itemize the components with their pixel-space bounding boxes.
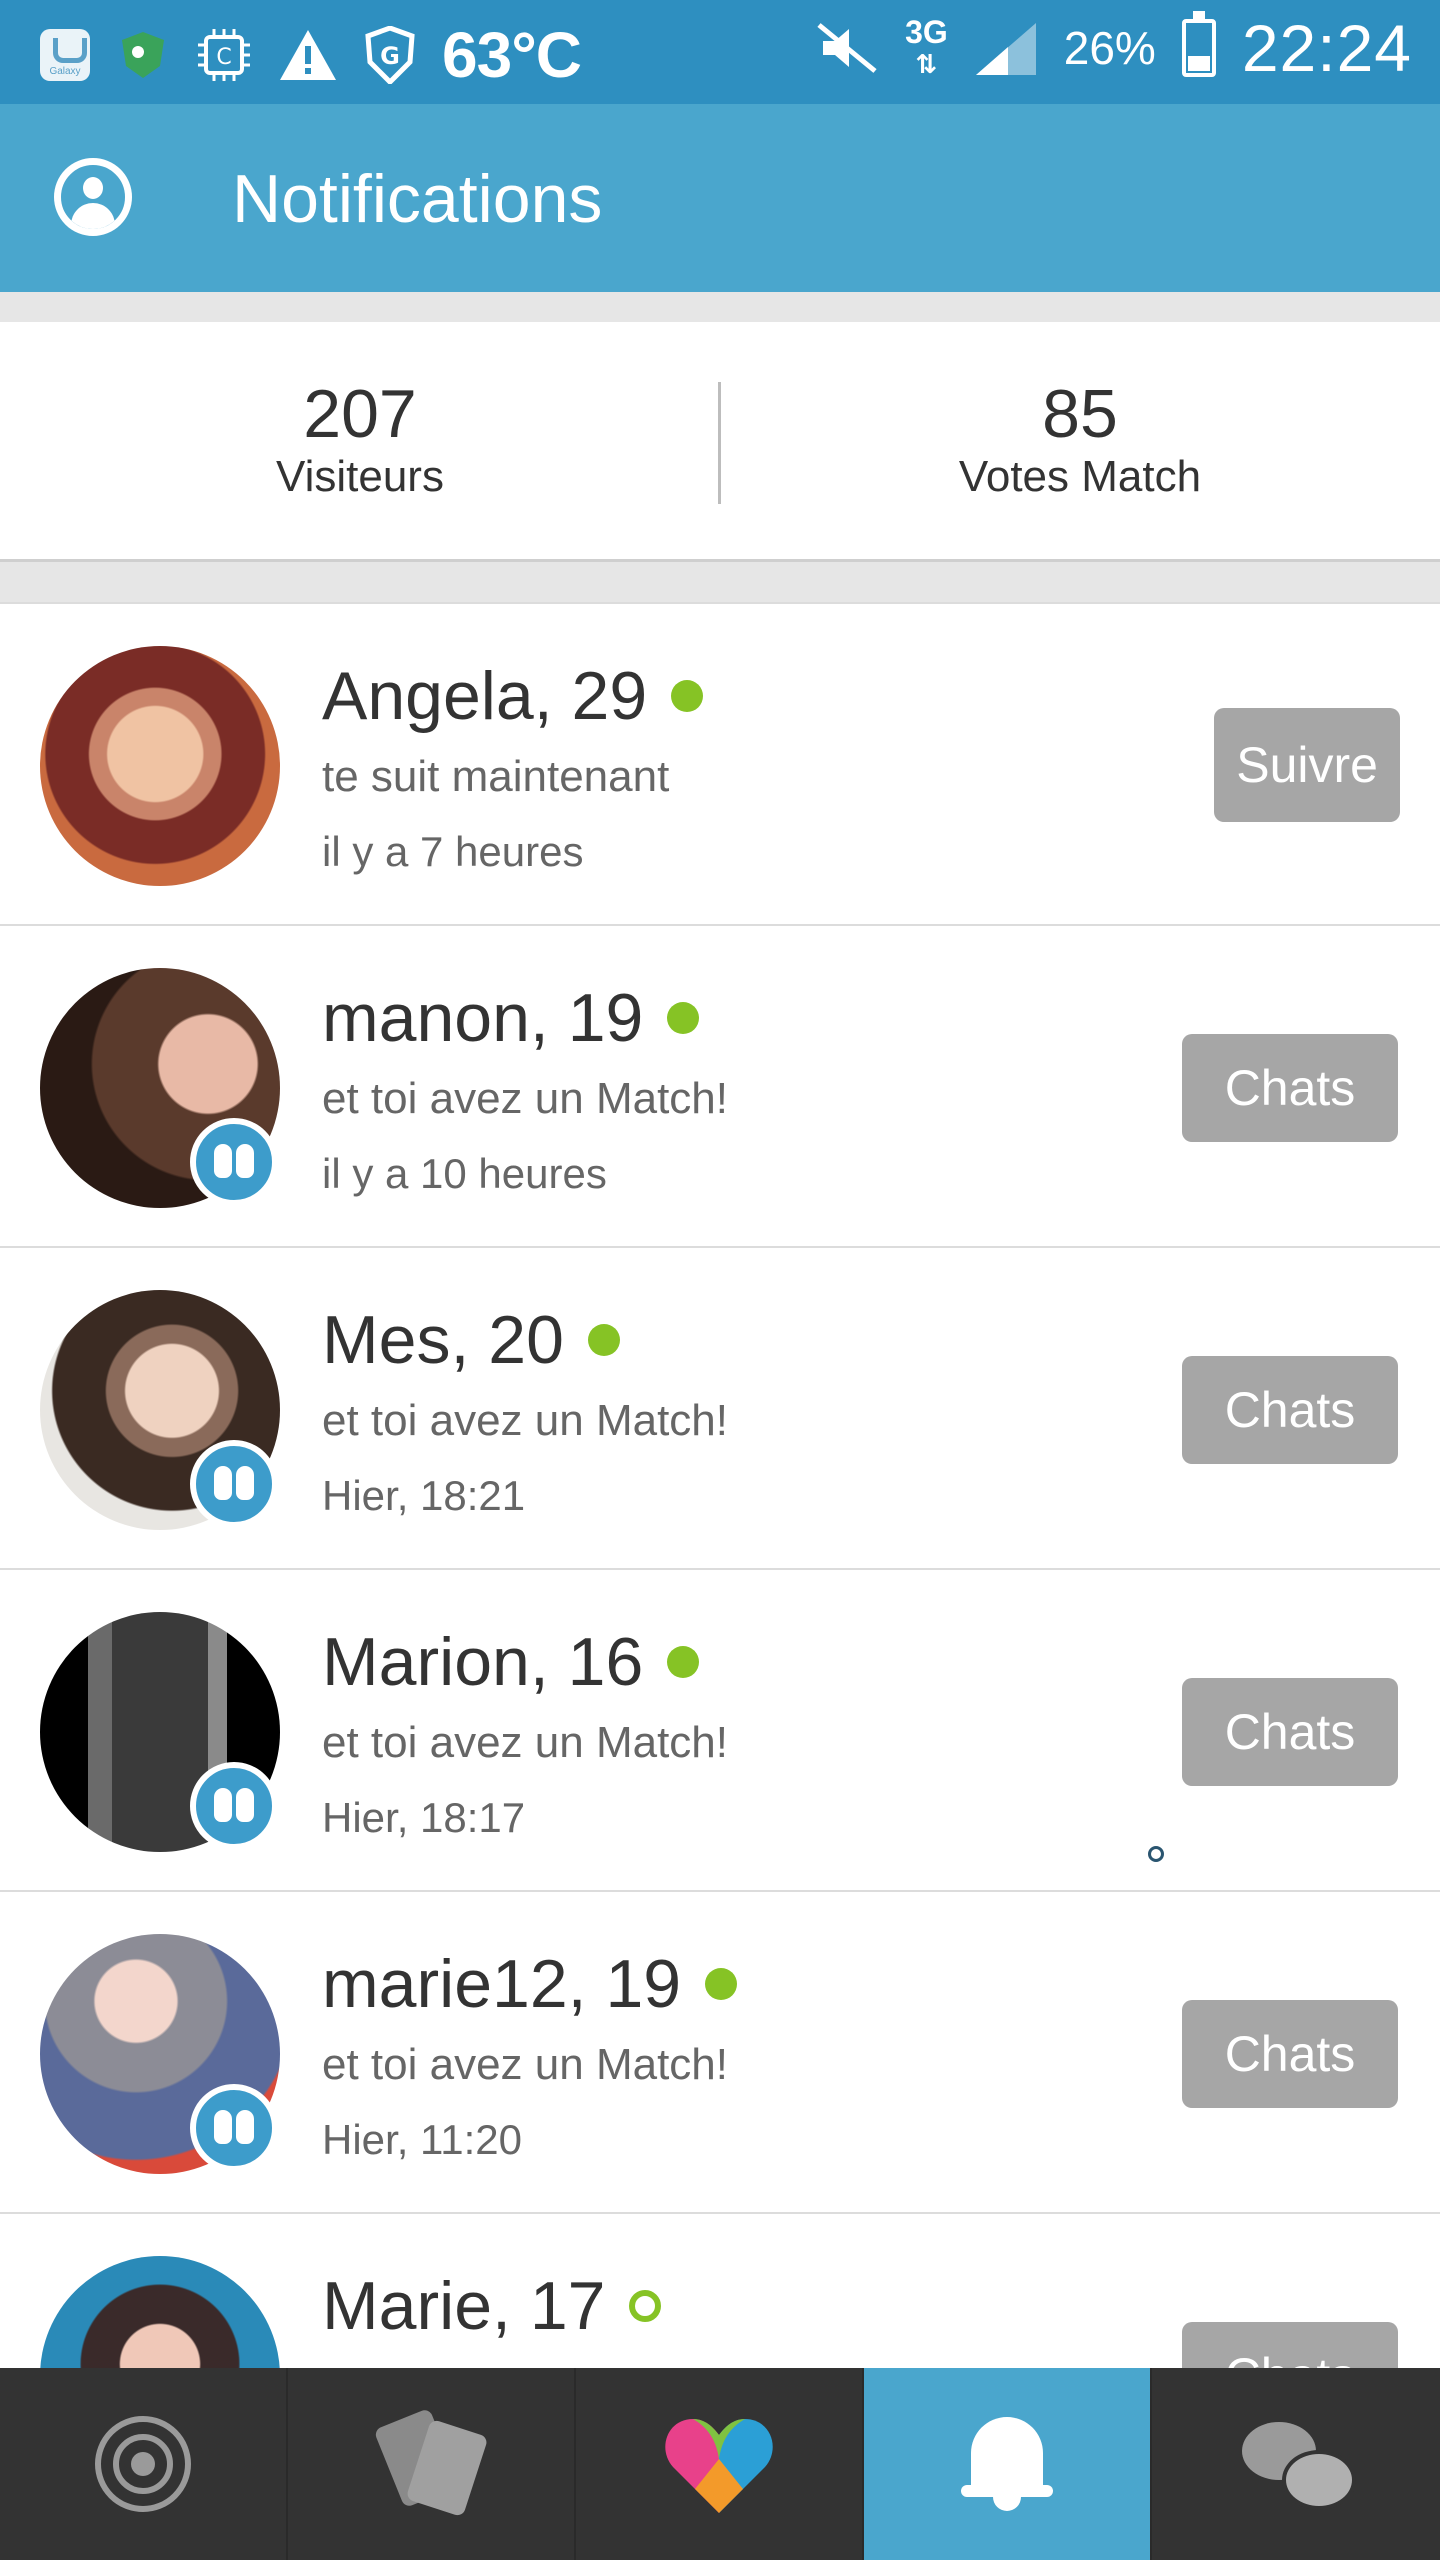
notification-message: et toi avez un Match! xyxy=(322,1718,728,1767)
online-status-dot xyxy=(667,1002,700,1034)
nav-tab-chats[interactable] xyxy=(1152,2368,1440,2560)
user-name-age: Angela, 29 xyxy=(322,658,648,734)
chats-button[interactable]: Chats xyxy=(1182,1678,1398,1786)
nav-tab-cards[interactable] xyxy=(288,2368,576,2560)
notification-time: Hier, 18:17 xyxy=(322,1794,526,1841)
cpu-icon: C xyxy=(196,27,252,83)
match-badge-icon xyxy=(190,1118,278,1206)
follow-button[interactable]: Suivre xyxy=(1214,708,1400,822)
status-bar-left: Galaxy C G 63°C xyxy=(40,18,582,92)
svg-text:G: G xyxy=(380,42,400,70)
status-bar-right: 3G ⇅ 26% 22:24 xyxy=(815,10,1412,86)
nav-tab-radar[interactable] xyxy=(0,2368,288,2560)
battery-percent: 26% xyxy=(1063,22,1156,74)
votes-match-label: Votes Match xyxy=(958,452,1202,501)
signal-icon xyxy=(974,19,1038,77)
notification-time: Hier, 18:21 xyxy=(322,1472,526,1519)
nav-tab-match[interactable] xyxy=(576,2368,864,2560)
avatar[interactable] xyxy=(40,1612,280,1852)
notification-item[interactable]: Angela, 29 te suit maintenant il y a 7 h… xyxy=(0,604,1440,926)
online-status-dot xyxy=(671,680,704,712)
votes-match-count: 85 xyxy=(1042,376,1118,452)
chat-bubbles-icon xyxy=(1236,2414,1356,2514)
notification-list[interactable]: Angela, 29 te suit maintenant il y a 7 h… xyxy=(0,602,1440,2370)
nav-tab-notifications[interactable] xyxy=(864,2368,1152,2560)
clock: 22:24 xyxy=(1241,11,1412,85)
galaxy-app-icon: Galaxy xyxy=(40,29,90,81)
offline-status-dot xyxy=(629,2290,662,2322)
app-bar: Notifications xyxy=(0,104,1440,292)
notification-time: il y a 10 heures xyxy=(322,1150,607,1197)
match-badge-icon xyxy=(190,1440,278,1528)
notification-item[interactable]: Marion, 16 et toi avez un Match! Hier, 1… xyxy=(0,1570,1440,1892)
shield-g-icon: G xyxy=(364,26,416,84)
warning-icon xyxy=(278,28,338,82)
user-name-age: Marie, 17 xyxy=(322,2268,606,2344)
svg-text:C: C xyxy=(216,45,231,70)
network-type: 3G ⇅ xyxy=(905,14,948,79)
profile-icon[interactable] xyxy=(54,158,132,236)
visitors-stat[interactable]: 207 Visiteurs xyxy=(0,376,720,502)
notification-item[interactable]: Mes, 20 et toi avez un Match! Hier, 18:2… xyxy=(0,1248,1440,1570)
votes-match-stat[interactable]: 85 Votes Match xyxy=(720,376,1440,502)
network-label: 3G xyxy=(905,14,948,50)
notification-item[interactable]: Marie, 17 Chats xyxy=(0,2214,1440,2370)
chats-button[interactable]: Chats xyxy=(1182,1034,1398,1142)
mute-icon xyxy=(815,21,879,75)
notification-name-line: Marie, 17 xyxy=(322,2266,662,2346)
avatar[interactable] xyxy=(40,2256,280,2370)
notification-message: te suit maintenant xyxy=(322,752,670,801)
radar-icon xyxy=(95,2416,191,2512)
heart-match-icon xyxy=(665,2419,773,2513)
user-name-age: Mes, 20 xyxy=(322,1302,564,1378)
online-status-dot xyxy=(705,1968,738,2000)
notification-name-line: Angela, 29 xyxy=(322,656,704,736)
notification-name-line: manon, 19 xyxy=(322,978,700,1058)
notification-name-line: Marion, 16 xyxy=(322,1622,700,1702)
notification-message: et toi avez un Match! xyxy=(322,1396,728,1445)
match-badge-icon xyxy=(190,1762,278,1850)
shield-green-icon xyxy=(116,28,170,82)
page-title: Notifications xyxy=(232,161,603,237)
cards-icon xyxy=(371,2407,491,2518)
galaxy-label: Galaxy xyxy=(49,66,81,77)
loading-indicator-icon xyxy=(1148,1846,1164,1862)
user-name-age: manon, 19 xyxy=(322,980,644,1056)
visitors-count: 207 xyxy=(303,376,417,452)
notification-item[interactable]: marie12, 19 et toi avez un Match! Hier, … xyxy=(0,1892,1440,2214)
avatar[interactable] xyxy=(40,646,280,886)
avatar[interactable] xyxy=(40,968,280,1208)
user-name-age: Marion, 16 xyxy=(322,1624,644,1700)
notification-time: Hier, 11:20 xyxy=(322,2116,523,2163)
notification-name-line: Mes, 20 xyxy=(322,1300,620,1380)
notification-time: il y a 7 heures xyxy=(322,828,584,875)
notification-message: et toi avez un Match! xyxy=(322,2040,728,2089)
online-status-dot xyxy=(587,1324,620,1356)
stats-card: 207 Visiteurs 85 Votes Match xyxy=(0,322,1440,562)
avatar-photo xyxy=(40,646,280,886)
notification-item[interactable]: manon, 19 et toi avez un Match! il y a 1… xyxy=(0,926,1440,1248)
user-name-age: marie12, 19 xyxy=(322,1946,682,2022)
avatar[interactable] xyxy=(40,1290,280,1530)
chats-button[interactable]: Chats xyxy=(1182,1356,1398,1464)
chats-button[interactable]: Chats xyxy=(1182,2322,1398,2370)
notification-name-line: marie12, 19 xyxy=(322,1944,738,2024)
status-bar: Galaxy C G 63°C 3G ⇅ 26% 22:24 xyxy=(0,0,1440,104)
notification-message: et toi avez un Match! xyxy=(322,1074,728,1123)
bell-icon xyxy=(957,2409,1057,2519)
online-status-dot xyxy=(667,1646,700,1678)
chats-button[interactable]: Chats xyxy=(1182,2000,1398,2108)
avatar-photo xyxy=(40,2256,280,2370)
temperature-readout: 63°C xyxy=(442,19,582,91)
avatar[interactable] xyxy=(40,1934,280,2174)
match-badge-icon xyxy=(190,2084,278,2172)
battery-icon xyxy=(1181,11,1216,77)
visitors-label: Visiteurs xyxy=(276,452,444,501)
data-arrows-icon: ⇅ xyxy=(915,49,938,79)
bottom-nav xyxy=(0,2368,1440,2560)
